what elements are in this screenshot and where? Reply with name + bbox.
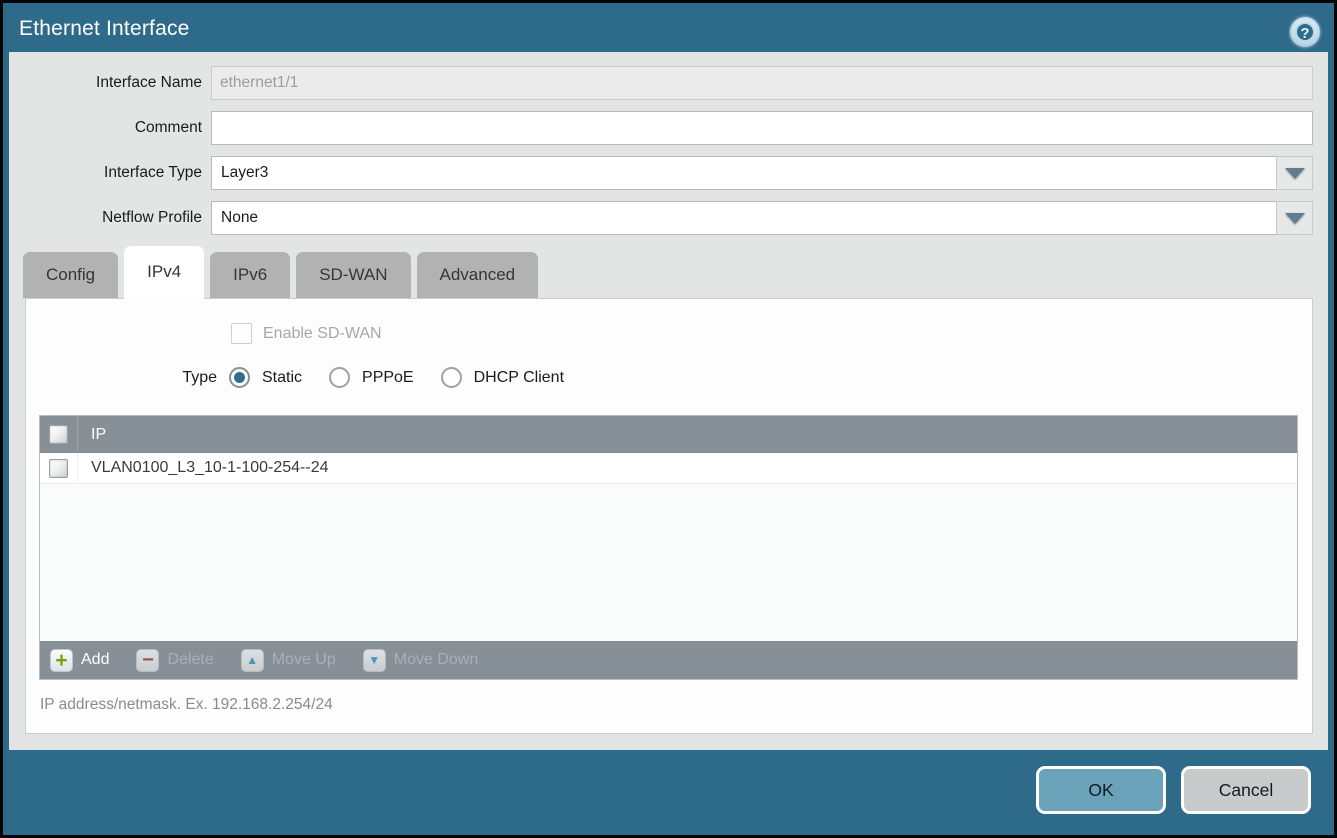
netflow-profile-row: Netflow Profile None [9, 201, 1328, 235]
table-row[interactable]: VLAN0100_L3_10-1-100-254--24 [40, 453, 1297, 484]
ok-button[interactable]: OK [1036, 766, 1166, 814]
enable-sdwan-checkbox[interactable] [231, 323, 252, 344]
table-toolbar: + Add − Delete ▲ Move Up ▼ Move Down [40, 641, 1297, 679]
interface-name-label: Interface Name [9, 74, 211, 92]
tab-sdwan[interactable]: SD-WAN [296, 252, 410, 298]
move-down-button[interactable]: ▼ Move Down [363, 649, 478, 672]
dialog-title: Ethernet Interface [19, 17, 190, 41]
radio-pppoe-label: PPPoE [362, 369, 414, 387]
ethernet-interface-dialog: Ethernet Interface ? Interface Name Comm… [0, 0, 1337, 838]
move-up-button[interactable]: ▲ Move Up [241, 649, 336, 672]
chevron-down-icon [1285, 213, 1305, 224]
radio-static[interactable] [229, 367, 250, 388]
arrow-down-icon: ▼ [363, 649, 386, 672]
chevron-down-icon [1285, 168, 1305, 179]
delete-button[interactable]: − Delete [136, 649, 213, 672]
table-body: VLAN0100_L3_10-1-100-254--24 [40, 453, 1297, 641]
netflow-profile-dropdown-button[interactable] [1276, 201, 1313, 235]
comment-label: Comment [9, 119, 211, 137]
table-header: IP [40, 416, 1297, 453]
enable-sdwan-label: Enable SD-WAN [263, 325, 382, 343]
minus-icon: − [136, 649, 159, 672]
select-all-checkbox[interactable] [49, 425, 68, 444]
arrow-up-icon: ▲ [241, 649, 264, 672]
tab-ipv4[interactable]: IPv4 [124, 246, 204, 300]
tab-advanced[interactable]: Advanced [417, 252, 539, 298]
ip-format-hint: IP address/netmask. Ex. 192.168.2.254/24 [40, 696, 1312, 714]
ip-column-header: IP [78, 426, 106, 444]
plus-icon: + [50, 649, 73, 672]
help-button[interactable]: ? [1290, 17, 1320, 47]
cancel-button[interactable]: Cancel [1181, 766, 1311, 814]
dialog-body: Interface Name Comment Interface Type La… [9, 52, 1328, 750]
radio-pppoe[interactable] [329, 367, 350, 388]
form-area: Interface Name Comment Interface Type La… [9, 52, 1328, 235]
interface-type-label: Interface Type [9, 164, 211, 182]
ip-cell-value: VLAN0100_L3_10-1-100-254--24 [78, 459, 329, 477]
radio-static-label: Static [262, 369, 302, 387]
row-checkbox[interactable] [49, 459, 68, 478]
ip-address-table: IP VLAN0100_L3_10-1-100-254--24 + Add [39, 415, 1298, 680]
add-button[interactable]: + Add [50, 649, 109, 672]
interface-name-row: Interface Name [9, 66, 1328, 100]
netflow-profile-label: Netflow Profile [9, 209, 211, 227]
ipv4-tab-panel: Enable SD-WAN Type Static PPPoE DHCP Cli… [25, 298, 1313, 734]
enable-sdwan-row: Enable SD-WAN [26, 299, 1312, 344]
netflow-profile-select[interactable]: None [211, 201, 1276, 235]
help-icon: ? [1295, 22, 1315, 42]
interface-type-row: Interface Type Layer3 [9, 156, 1328, 190]
radio-dhcp-client[interactable] [441, 367, 462, 388]
comment-field[interactable] [211, 111, 1313, 145]
interface-name-field [211, 66, 1313, 100]
comment-row: Comment [9, 111, 1328, 145]
type-row: Type Static PPPoE DHCP Client [26, 367, 1312, 388]
interface-type-select[interactable]: Layer3 [211, 156, 1276, 190]
interface-type-dropdown-button[interactable] [1276, 156, 1313, 190]
radio-dhcp-client-label: DHCP Client [474, 369, 564, 387]
tab-bar: Config IPv4 IPv6 SD-WAN Advanced [23, 246, 1328, 298]
tab-ipv6[interactable]: IPv6 [210, 252, 290, 298]
tab-config[interactable]: Config [23, 252, 118, 298]
type-label: Type [26, 369, 217, 387]
title-bar: Ethernet Interface [3, 3, 1334, 55]
